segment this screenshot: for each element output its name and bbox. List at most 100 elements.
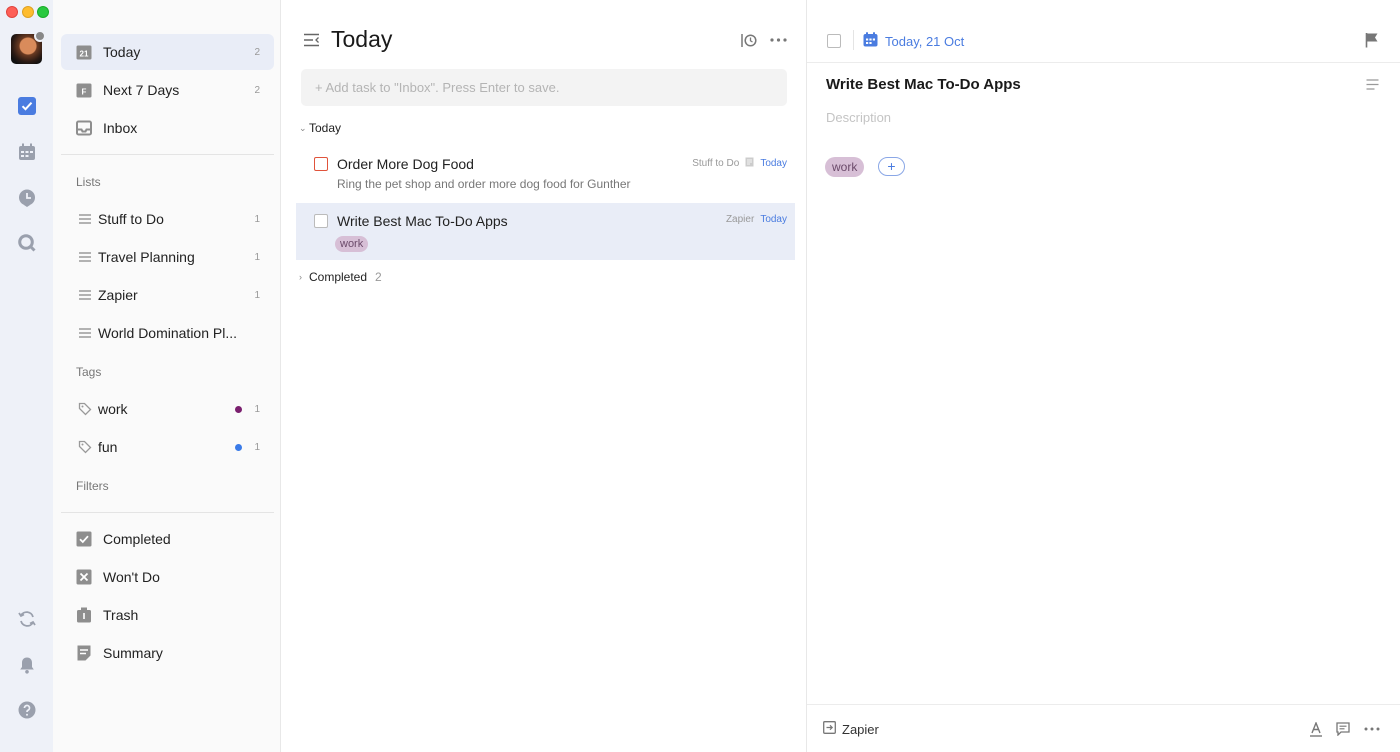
page-title: Today [331, 26, 393, 52]
sidebar-item-label: Trash [103, 607, 139, 623]
toggle-sidebar-icon[interactable] [302, 31, 320, 49]
tag-color-dot [235, 443, 242, 451]
description-field[interactable]: Description [826, 110, 891, 125]
task-list-name: Zapier [725, 214, 755, 225]
completed-icon [76, 531, 92, 547]
sidebar-item-today[interactable]: 21 Today 2 [61, 34, 274, 70]
sidebar-item-count: 1 [254, 403, 260, 415]
sidebar-item-label: fun [98, 439, 118, 455]
task-checkbox[interactable] [314, 214, 328, 228]
sidebar-item-stuff-to-do[interactable]: Stuff to Do 1 [61, 201, 274, 237]
sidebar-divider [61, 512, 274, 513]
sidebar-item-label: Completed [103, 531, 171, 547]
comment-icon[interactable] [1335, 721, 1351, 737]
pomodoro-icon[interactable] [17, 188, 37, 208]
task-detail-panel: Today, 21 Oct Write Best Mac To-Do Apps … [807, 0, 1400, 752]
sidebar-item-label: World Domination Pl... [98, 325, 238, 341]
sidebar-item-summary[interactable]: Summary [61, 635, 274, 671]
sidebar-item-label: Won't Do [103, 569, 160, 585]
header-separator [853, 30, 854, 50]
add-tag-button[interactable]: + [878, 157, 905, 176]
chevron-right-icon: › [299, 272, 302, 282]
window-minimize-button[interactable] [22, 6, 34, 18]
sidebar-item-label: Stuff to Do [98, 211, 164, 227]
svg-text:F: F [82, 88, 87, 97]
sync-icon[interactable] [17, 609, 37, 629]
task-checkbox[interactable] [314, 157, 328, 171]
sidebar-item-label: Today [103, 44, 141, 60]
task-title: Write Best Mac To-Do Apps [337, 213, 508, 229]
detail-footer: Zapier [807, 704, 1400, 752]
sidebar-item-count: 1 [254, 441, 260, 453]
detail-tag-work[interactable]: work [825, 157, 865, 177]
text-format-icon[interactable] [1364, 77, 1380, 91]
move-to-list-icon [823, 721, 836, 737]
completed-count: 2 [375, 270, 382, 284]
summary-icon [76, 645, 92, 661]
priority-flag-icon[interactable] [1364, 32, 1380, 48]
trash-icon [76, 607, 92, 623]
lists-section-title: Lists [76, 175, 101, 189]
task-list-panel: Today + Add task to "Inbox". Press Enter… [281, 0, 807, 752]
text-style-icon[interactable] [1308, 721, 1324, 737]
tag-color-dot [235, 405, 242, 413]
sidebar-item-world-domination[interactable]: World Domination Pl... [61, 315, 274, 351]
due-date-button[interactable]: Today, 21 Oct [863, 32, 964, 50]
sidebar-item-next-7-days[interactable]: F Next 7 Days 2 [61, 72, 274, 108]
task-row-selected[interactable]: Write Best Mac To-Do Apps work Zapier To… [296, 203, 795, 260]
sidebar-item-count: 1 [254, 289, 260, 301]
calendar-icon [863, 32, 878, 50]
window-zoom-button[interactable] [37, 6, 49, 18]
wont-do-icon [76, 569, 92, 585]
sidebar-item-label: Summary [103, 645, 163, 661]
detail-checkbox[interactable] [827, 34, 841, 48]
window-close-button[interactable] [6, 6, 18, 18]
sidebar-item-label: work [98, 401, 128, 417]
add-task-input[interactable]: + Add task to "Inbox". Press Enter to sa… [301, 69, 787, 106]
sidebar-item-tag-fun[interactable]: fun 1 [61, 429, 274, 465]
more-options-icon[interactable] [768, 31, 788, 49]
list-icon [77, 325, 93, 341]
sidebar-item-completed[interactable]: Completed [61, 521, 274, 557]
task-tag-work[interactable]: work [335, 236, 369, 252]
chevron-down-icon: ⌄ [299, 122, 307, 133]
list-name: Zapier [842, 721, 879, 737]
sidebar-item-travel-planning[interactable]: Travel Planning 1 [61, 239, 274, 275]
add-task-placeholder: + Add task to "Inbox". Press Enter to sa… [315, 80, 560, 95]
sidebar-item-label: Zapier [98, 287, 138, 303]
sidebar-item-wont-do[interactable]: Won't Do [61, 559, 274, 595]
sidebar-item-trash[interactable]: Trash [61, 597, 274, 633]
task-meta: Zapier Today [726, 214, 787, 225]
task-row[interactable]: Order More Dog Food Ring the pet shop an… [296, 146, 795, 202]
tags-section-title: Tags [76, 365, 102, 379]
calendar-icon[interactable] [17, 142, 37, 162]
sidebar-item-count: 2 [254, 84, 260, 96]
section-header-completed[interactable]: › Completed 2 [299, 270, 382, 284]
more-options-icon[interactable] [1362, 721, 1382, 737]
task-title: Order More Dog Food [337, 156, 474, 172]
history-icon[interactable] [740, 31, 758, 49]
search-icon[interactable] [17, 233, 37, 253]
section-header-today[interactable]: ⌄ Today [299, 121, 341, 135]
section-header-label: Today [309, 121, 342, 135]
move-list-button[interactable]: Zapier [823, 721, 879, 737]
sidebar-item-tag-work[interactable]: work 1 [61, 391, 274, 427]
sidebar-divider [61, 154, 274, 155]
sidebar-item-zapier[interactable]: Zapier 1 [61, 277, 274, 313]
calendar-today-icon: 21 [76, 44, 92, 60]
sidebar: 21 Today 2 F Next 7 Days 2 Inbox Lists S… [53, 0, 281, 752]
sidebar-item-count: 1 [254, 213, 260, 225]
checkbox-icon[interactable] [17, 96, 37, 116]
sidebar-item-label: Next 7 Days [103, 82, 180, 98]
section-header-label: Completed [309, 270, 368, 284]
sidebar-item-label: Travel Planning [98, 249, 195, 265]
bell-icon[interactable] [17, 655, 37, 675]
filters-section-title: Filters [76, 479, 109, 493]
sidebar-item-inbox[interactable]: Inbox [61, 110, 274, 146]
detail-title[interactable]: Write Best Mac To-Do Apps [826, 76, 1021, 93]
inbox-icon [76, 120, 92, 136]
svg-text:21: 21 [80, 50, 89, 59]
help-icon[interactable] [17, 700, 37, 720]
task-due-date: Today [760, 158, 787, 169]
sidebar-item-count: 2 [254, 46, 260, 58]
